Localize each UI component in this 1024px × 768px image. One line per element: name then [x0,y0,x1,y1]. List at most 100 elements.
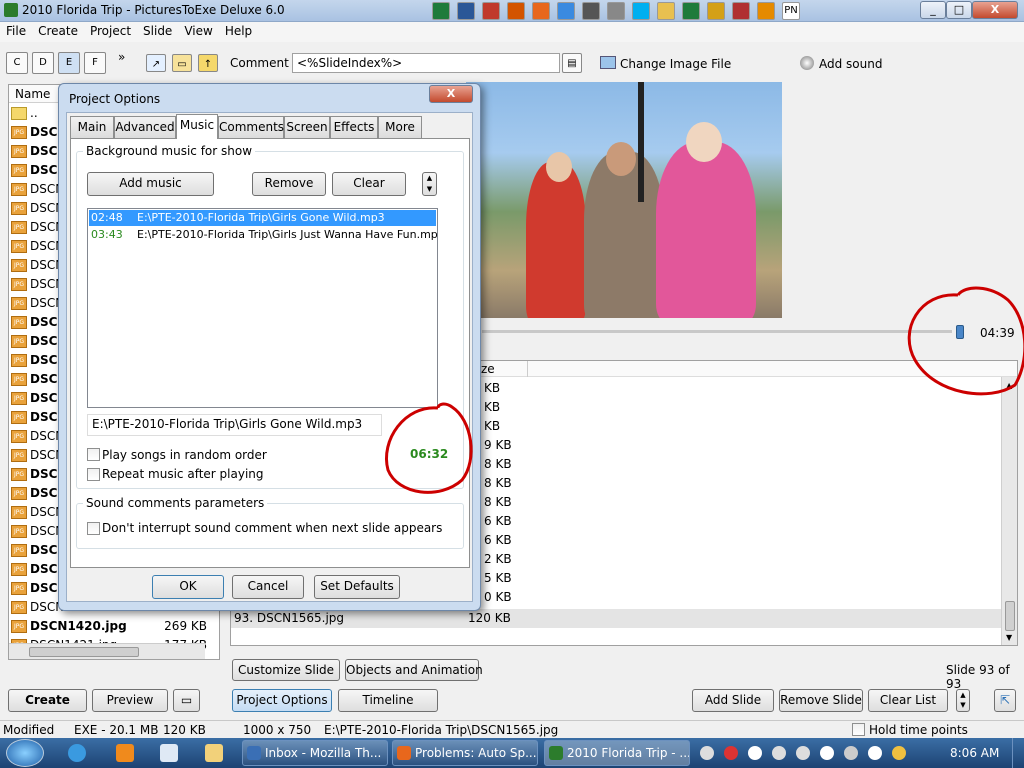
close-button[interactable]: X [972,1,1018,19]
headset-icon[interactable] [757,2,775,20]
maximize-button[interactable]: □ [946,1,972,19]
folder-icon[interactable] [657,2,675,20]
tab-advanced[interactable]: Advanced [114,116,176,138]
pn-icon[interactable]: PN [782,2,800,20]
menu-slide[interactable]: Slide [137,22,178,40]
random-order-checkbox[interactable] [87,448,100,461]
hold-time-checkbox[interactable] [852,723,865,736]
network-tray-icon[interactable] [844,746,858,760]
reorder-spinner[interactable]: ▲ ▼ [956,689,970,712]
pdf-icon[interactable] [482,2,500,20]
pen-icon[interactable] [707,2,725,20]
clear-list-button[interactable]: Clear List [868,689,948,712]
excel-icon[interactable] [682,2,700,20]
mail-icon[interactable] [607,2,625,20]
menu-project[interactable]: Project [84,22,137,40]
menu-view[interactable]: View [178,22,218,40]
music-track-row[interactable]: 03:43 E:\PTE-2010-Florida Trip\Girls Just… [89,227,437,243]
dont-interrupt-checkbox[interactable] [87,522,100,535]
file-list-hscroll[interactable] [9,643,205,659]
tab-more[interactable]: More [378,116,422,138]
airplane-tray-icon[interactable] [892,746,906,760]
firefox-icon[interactable] [532,2,550,20]
clock[interactable]: 8:06 AM [950,746,999,760]
tool-c-button[interactable]: C [6,52,28,74]
refresh-icon[interactable]: ↗ [146,54,166,72]
app-icon[interactable] [160,744,178,762]
expand-icon[interactable]: ⇱ [994,689,1016,712]
task-firefox[interactable]: Problems: Auto Sp... [392,740,538,766]
devil-tray-icon[interactable] [724,746,738,760]
track-order-spinner[interactable]: ▲ ▼ [422,172,437,196]
set-defaults-button[interactable]: Set Defaults [314,575,400,599]
start-button[interactable] [6,739,44,767]
ms-excel-icon[interactable] [432,2,450,20]
tool-e-button[interactable]: E [58,52,80,74]
ms-word-icon[interactable] [457,2,475,20]
home-icon[interactable] [732,2,750,20]
open-folder-icon[interactable]: ▭ [172,54,192,72]
menu-help[interactable]: Help [219,22,258,40]
preview-button[interactable]: Preview [92,689,168,712]
toolbar-more[interactable]: » [118,50,125,64]
objects-animation-button[interactable]: Objects and Animation [345,659,483,681]
tool-f-button[interactable]: F [84,52,106,74]
tab-effects[interactable]: Effects [330,116,378,138]
add-slide-button[interactable]: Add Slide [692,689,774,712]
powerpoint-icon[interactable] [507,2,525,20]
hscroll-thumb[interactable] [29,647,139,657]
volume-tray-icon[interactable] [868,746,882,760]
scroll-up-icon[interactable]: ▲ [1006,381,1012,390]
fullscreen-icon[interactable]: ▭ [173,689,200,712]
preview-timeline-track[interactable] [482,330,952,333]
flag-tray-icon[interactable] [820,746,834,760]
media-player-icon[interactable] [116,744,134,762]
clear-music-button[interactable]: Clear [332,172,406,196]
skype-icon[interactable] [632,2,650,20]
tab-music[interactable]: Music [176,114,218,139]
file-list-item[interactable]: JPG DSCN1420.jpg 269 KB [9,617,219,636]
gear-tray-icon[interactable] [700,746,714,760]
selected-slide-row[interactable]: 93. DSCN1565.jpg 120 KB [231,609,1001,628]
media-icon[interactable] [582,2,600,20]
arrow-tray-icon[interactable] [748,746,762,760]
music-track-list[interactable]: 02:48 E:\PTE-2010-Florida Trip\Girls Gone… [87,208,438,408]
tab-comments[interactable]: Comments [218,116,284,138]
selected-track-path[interactable]: E:\PTE-2010-Florida Trip\Girls Gone Wild… [87,414,382,436]
tab-main[interactable]: Main [70,116,114,138]
cancel-button[interactable]: Cancel [232,575,304,599]
task-picturestoexe[interactable]: 2010 Florida Trip - ... [544,740,690,766]
menu-create[interactable]: Create [32,22,84,40]
minimize-button[interactable]: _ [920,1,946,19]
ok-button[interactable]: OK [152,575,224,599]
show-desktop-button[interactable] [1012,738,1024,768]
chrome-icon[interactable] [557,2,575,20]
up-folder-icon[interactable]: ↑ [198,54,218,72]
change-image-link[interactable]: Change Image File [620,57,731,71]
explorer-icon[interactable] [205,744,223,762]
timeline-button[interactable]: Timeline [338,689,438,712]
scroll-down-icon[interactable]: ▼ [1006,633,1012,642]
project-options-button[interactable]: Project Options [232,689,332,712]
add-sound-link[interactable]: Add sound [819,57,882,71]
task-thunderbird[interactable]: Inbox - Mozilla Th... [242,740,388,766]
security-tray-icon[interactable] [772,746,786,760]
remove-slide-button[interactable]: Remove Slide [779,689,863,712]
comment-input[interactable]: <%SlideIndex%> [292,53,560,73]
sound-tray-icon[interactable] [796,746,810,760]
comment-edit-icon[interactable]: ▤ [562,53,582,73]
size-column-header[interactable]: ze [481,362,495,376]
customize-slide-button[interactable]: Customize Slide [232,659,340,681]
remove-music-button[interactable]: Remove [252,172,326,196]
menu-file[interactable]: File [0,22,32,40]
create-button[interactable]: Create [8,689,87,712]
timeline-thumb[interactable] [956,325,964,339]
tab-screen[interactable]: Screen [284,116,330,138]
add-music-button[interactable]: Add music [87,172,214,196]
music-track-row[interactable]: 02:48 E:\PTE-2010-Florida Trip\Girls Gone… [89,210,436,226]
tool-d-button[interactable]: D [32,52,54,74]
repeat-music-checkbox[interactable] [87,468,100,481]
slide-list-scrollbar[interactable]: ▲ ▼ [1001,377,1017,645]
scroll-thumb[interactable] [1005,601,1015,631]
dialog-close-button[interactable]: X [429,85,473,103]
